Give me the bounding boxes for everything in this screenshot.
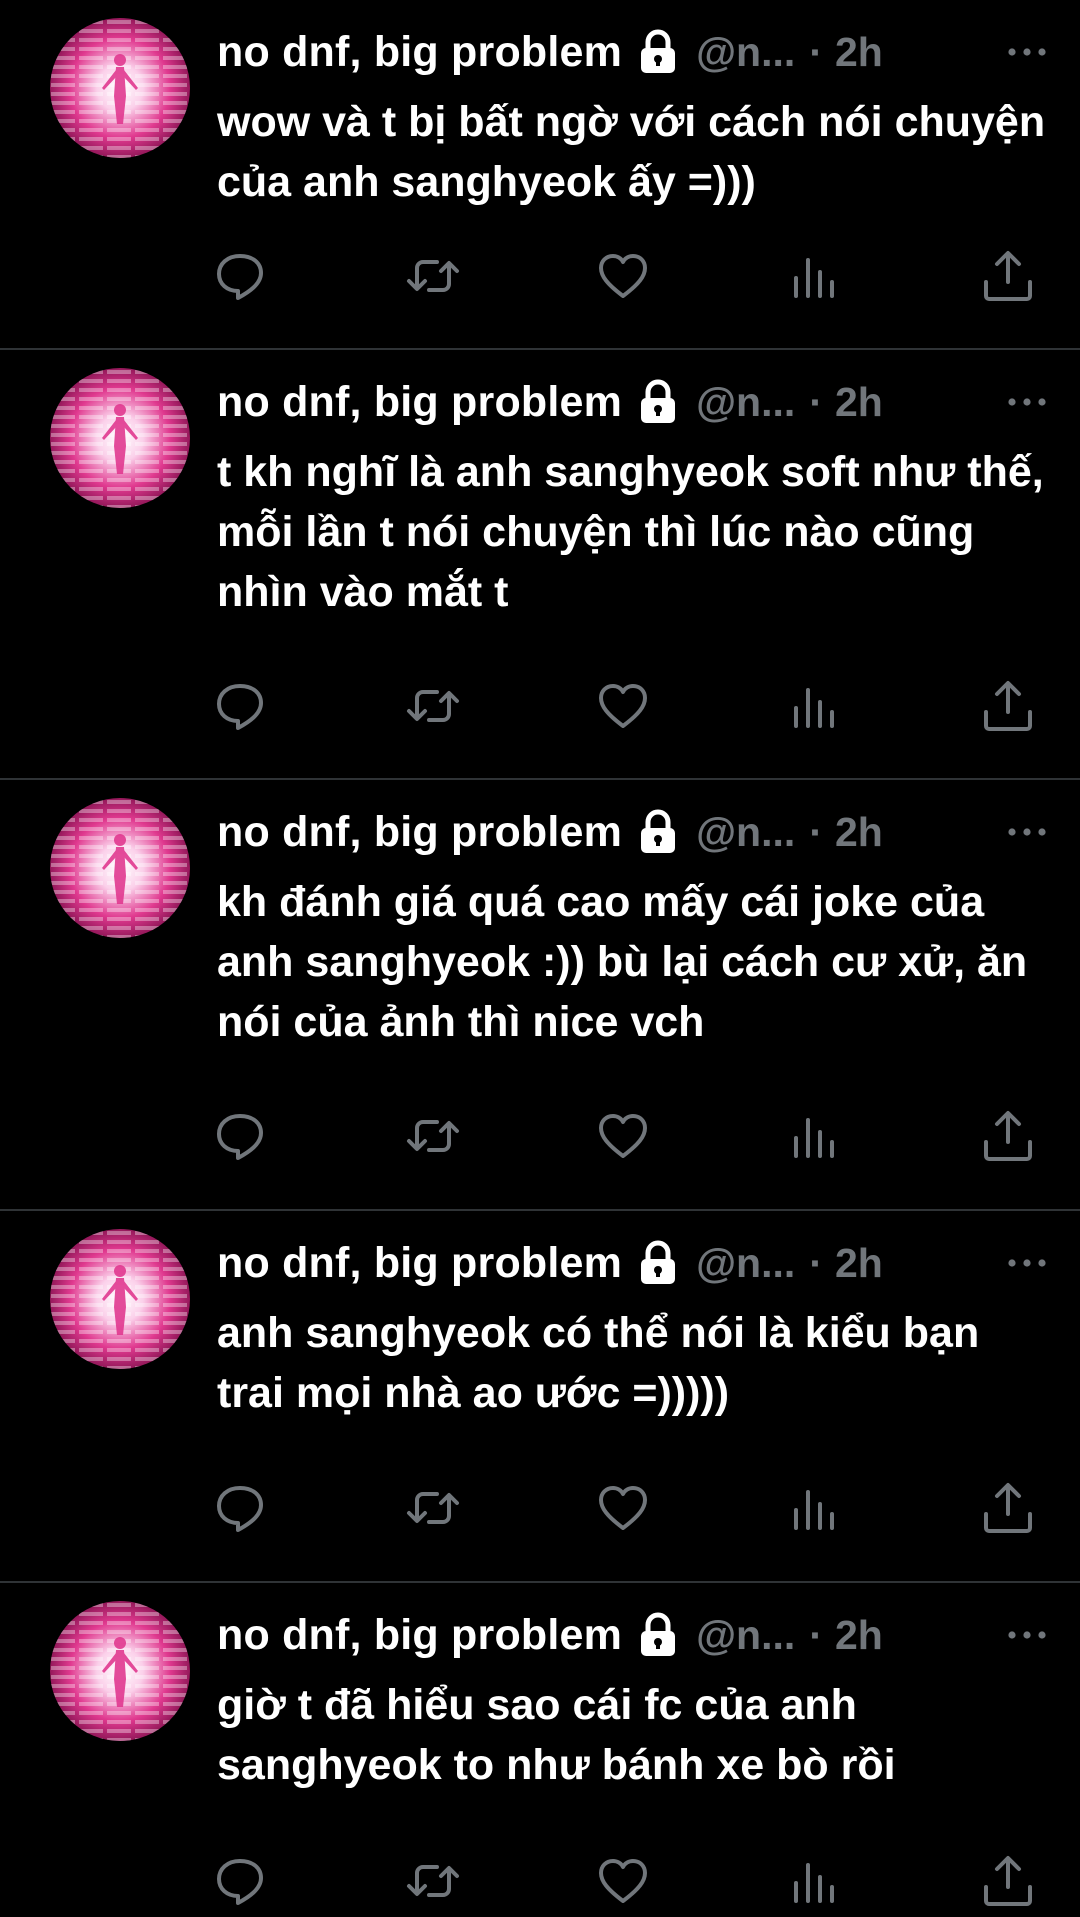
tweet-header: no dnf, big problem @n... · 2h <box>217 802 1050 862</box>
user-handle[interactable]: @n... <box>696 809 795 856</box>
views-icon[interactable] <box>784 676 844 736</box>
views-icon[interactable] <box>784 1851 844 1911</box>
share-icon[interactable] <box>978 676 1038 736</box>
tweet-feed: no dnf, big problem @n... · 2h wow và t … <box>0 0 1080 1917</box>
display-name[interactable]: no dnf, big problem <box>217 28 622 77</box>
user-handle[interactable]: @n... <box>696 1240 795 1287</box>
share-icon[interactable] <box>978 1851 1038 1911</box>
timestamp[interactable]: 2h <box>835 1240 883 1287</box>
separator-dot: · <box>809 1239 823 1286</box>
reply-icon[interactable] <box>210 246 270 306</box>
avatar[interactable] <box>50 798 190 938</box>
display-name[interactable]: no dnf, big problem <box>217 1239 622 1288</box>
more-horizontal-icon[interactable] <box>1004 32 1050 72</box>
separator-dot: · <box>809 28 823 75</box>
avatar[interactable] <box>50 1229 190 1369</box>
tweet-text: wow và t bị bất ngờ với cách nói chuyện … <box>217 98 1046 206</box>
more-horizontal-icon[interactable] <box>1004 1615 1050 1655</box>
tweet[interactable]: no dnf, big problem @n... · 2h giờ t đã … <box>0 1583 1080 1917</box>
tweet[interactable]: no dnf, big problem @n... · 2h anh sangh… <box>0 1211 1080 1582</box>
views-icon[interactable] <box>784 246 844 306</box>
user-handle[interactable]: @n... <box>696 1612 795 1659</box>
tweet-text: anh sanghyeok có thể nói là kiểu bạn tra… <box>217 1309 980 1417</box>
avatar[interactable] <box>50 368 190 508</box>
like-icon[interactable] <box>593 246 653 306</box>
timestamp[interactable]: 2h <box>835 1612 883 1659</box>
like-icon[interactable] <box>593 676 653 736</box>
like-icon[interactable] <box>593 1106 653 1166</box>
tweet-header: no dnf, big problem @n... · 2h <box>217 372 1050 432</box>
retweet-icon[interactable] <box>403 676 463 736</box>
tweet-header: no dnf, big problem @n... · 2h <box>217 22 1050 82</box>
timestamp[interactable]: 2h <box>835 809 883 856</box>
share-icon[interactable] <box>978 1106 1038 1166</box>
user-handle[interactable]: @n... <box>696 29 795 76</box>
retweet-icon[interactable] <box>403 246 463 306</box>
more-horizontal-icon[interactable] <box>1004 382 1050 422</box>
tweet-header: no dnf, big problem @n... · 2h <box>217 1233 1050 1293</box>
tweet-text: giờ t đã hiểu sao cái fc của anh sanghye… <box>217 1681 896 1789</box>
tweet-text: kh đánh giá quá cao mấy cái joke của anh… <box>217 878 1028 1046</box>
separator-dot: · <box>809 378 823 425</box>
tweet-header: no dnf, big problem @n... · 2h <box>217 1605 1050 1665</box>
tweet-actions <box>210 1106 1050 1166</box>
display-name[interactable]: no dnf, big problem <box>217 1611 622 1660</box>
lock-icon <box>638 1612 678 1658</box>
retweet-icon[interactable] <box>403 1851 463 1911</box>
tweet-actions <box>210 246 1050 306</box>
timestamp[interactable]: 2h <box>835 379 883 426</box>
reply-icon[interactable] <box>210 676 270 736</box>
tweet-text: t kh nghĩ là anh sanghyeok soft như thế,… <box>217 448 1044 616</box>
avatar[interactable] <box>50 1601 190 1741</box>
timestamp[interactable]: 2h <box>835 29 883 76</box>
tweet[interactable]: no dnf, big problem @n... · 2h kh đánh g… <box>0 780 1080 1210</box>
lock-icon <box>638 29 678 75</box>
retweet-icon[interactable] <box>403 1478 463 1538</box>
tweet[interactable]: no dnf, big problem @n... · 2h wow và t … <box>0 0 1080 349</box>
lock-icon <box>638 809 678 855</box>
display-name[interactable]: no dnf, big problem <box>217 378 622 427</box>
like-icon[interactable] <box>593 1851 653 1911</box>
retweet-icon[interactable] <box>403 1106 463 1166</box>
share-icon[interactable] <box>978 246 1038 306</box>
tweet-actions <box>210 1851 1050 1911</box>
reply-icon[interactable] <box>210 1478 270 1538</box>
tweet-actions <box>210 676 1050 736</box>
display-name[interactable]: no dnf, big problem <box>217 808 622 857</box>
views-icon[interactable] <box>784 1106 844 1166</box>
more-horizontal-icon[interactable] <box>1004 1243 1050 1283</box>
reply-icon[interactable] <box>210 1851 270 1911</box>
more-horizontal-icon[interactable] <box>1004 812 1050 852</box>
reply-icon[interactable] <box>210 1106 270 1166</box>
tweet-actions <box>210 1478 1050 1538</box>
tweet[interactable]: no dnf, big problem @n... · 2h t kh nghĩ… <box>0 350 1080 779</box>
like-icon[interactable] <box>593 1478 653 1538</box>
separator-dot: · <box>809 808 823 855</box>
user-handle[interactable]: @n... <box>696 379 795 426</box>
views-icon[interactable] <box>784 1478 844 1538</box>
share-icon[interactable] <box>978 1478 1038 1538</box>
avatar[interactable] <box>50 18 190 158</box>
lock-icon <box>638 379 678 425</box>
lock-icon <box>638 1240 678 1286</box>
separator-dot: · <box>809 1611 823 1658</box>
